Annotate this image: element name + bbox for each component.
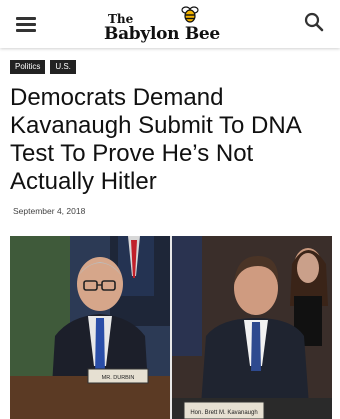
hamburger-menu-icon[interactable] [14,12,38,36]
logo-line-2: Babylon Bee [104,24,220,44]
tag-us[interactable]: U.S. [50,60,76,74]
site-header: The Babylon Bee [0,0,340,48]
tag-politics[interactable]: Politics [10,60,46,74]
search-icon[interactable] [302,10,326,34]
category-tags: Politics U.S. [10,60,76,74]
right-nameplate: Hon. Brett M. Kavanaugh [190,410,257,416]
left-nameplate: MR. DURBIN [102,375,135,381]
bee-icon [181,6,199,23]
article-headline: Democrats Demand Kavanaugh Submit To DNA… [10,84,301,195]
site-logo[interactable]: The Babylon Bee [96,4,246,46]
article-date: September 4, 2018 [13,206,86,216]
article-image: MR. DURBIN Hon. Brett M. Kavanaugh [10,236,332,419]
